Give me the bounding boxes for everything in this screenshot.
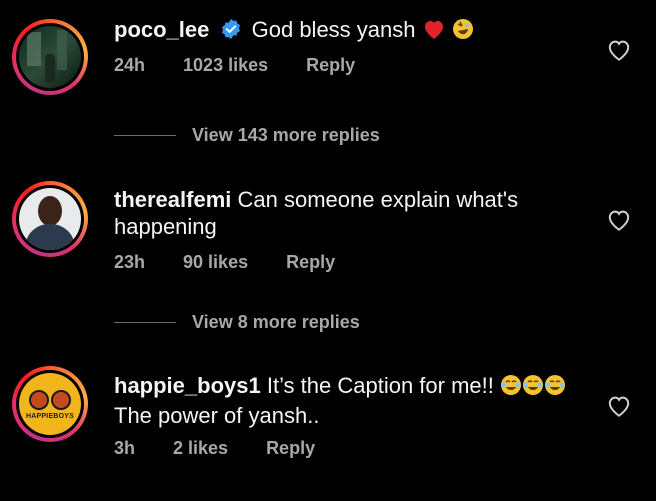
username[interactable]: happie_boys1 (114, 373, 261, 398)
comment-body: God bless yansh (251, 17, 416, 42)
avatar-image (19, 26, 81, 88)
avatar[interactable] (12, 19, 88, 95)
comment-meta: 24h 1023 likes Reply (114, 55, 393, 76)
reply-button[interactable]: Reply (306, 55, 355, 76)
verified-badge-icon (220, 18, 242, 46)
likes-count[interactable]: 2 likes (173, 438, 228, 459)
timestamp: 3h (114, 438, 136, 458)
like-heart-icon[interactable] (606, 208, 632, 232)
timestamp: 24h (114, 55, 146, 75)
comment-text: poco_lee God bless yansh (114, 16, 594, 46)
avatar-image (19, 188, 81, 250)
red-heart-icon (422, 18, 446, 46)
comment-body: Can someone explain what's (237, 187, 519, 212)
comment-body: It’s the Caption for me!! (266, 373, 494, 398)
avatar[interactable]: HAPPIEBOYS (12, 366, 88, 442)
timestamp: 23h (114, 252, 146, 272)
comment-meta: 3h 2 likes Reply (114, 438, 353, 459)
reply-button[interactable]: Reply (286, 252, 335, 273)
username[interactable]: therealfemi (114, 187, 231, 212)
view-more-replies-label: View 8 more replies (192, 312, 360, 332)
avatar-logo-text: HAPPIEBOYS (26, 413, 74, 420)
view-more-replies[interactable]: View 8 more replies (114, 312, 360, 333)
like-heart-icon[interactable] (606, 38, 632, 62)
avatar[interactable] (12, 181, 88, 257)
view-more-replies[interactable]: View 143 more replies (114, 125, 380, 146)
avatar-image: HAPPIEBOYS (19, 373, 81, 435)
likes-count[interactable]: 90 likes (183, 252, 248, 273)
comment-body-line2: happening (114, 214, 217, 239)
divider-line (114, 322, 176, 323)
comment-text: therealfemi Can someone explain what's h… (114, 186, 594, 240)
tears-of-joy-emoji-icon (500, 374, 566, 402)
comment-text: happie_boys1 It’s the Caption for me!! T… (114, 372, 594, 429)
likes-count[interactable]: 1023 likes (183, 55, 268, 76)
username[interactable]: poco_lee (114, 17, 209, 42)
divider-line (114, 135, 176, 136)
reply-button[interactable]: Reply (266, 438, 315, 459)
view-more-replies-label: View 143 more replies (192, 125, 380, 145)
rolling-laughing-emoji-icon (452, 18, 474, 46)
like-heart-icon[interactable] (606, 394, 632, 418)
comment-meta: 23h 90 likes Reply (114, 252, 373, 273)
comment-body-line2: The power of yansh.. (114, 403, 320, 428)
